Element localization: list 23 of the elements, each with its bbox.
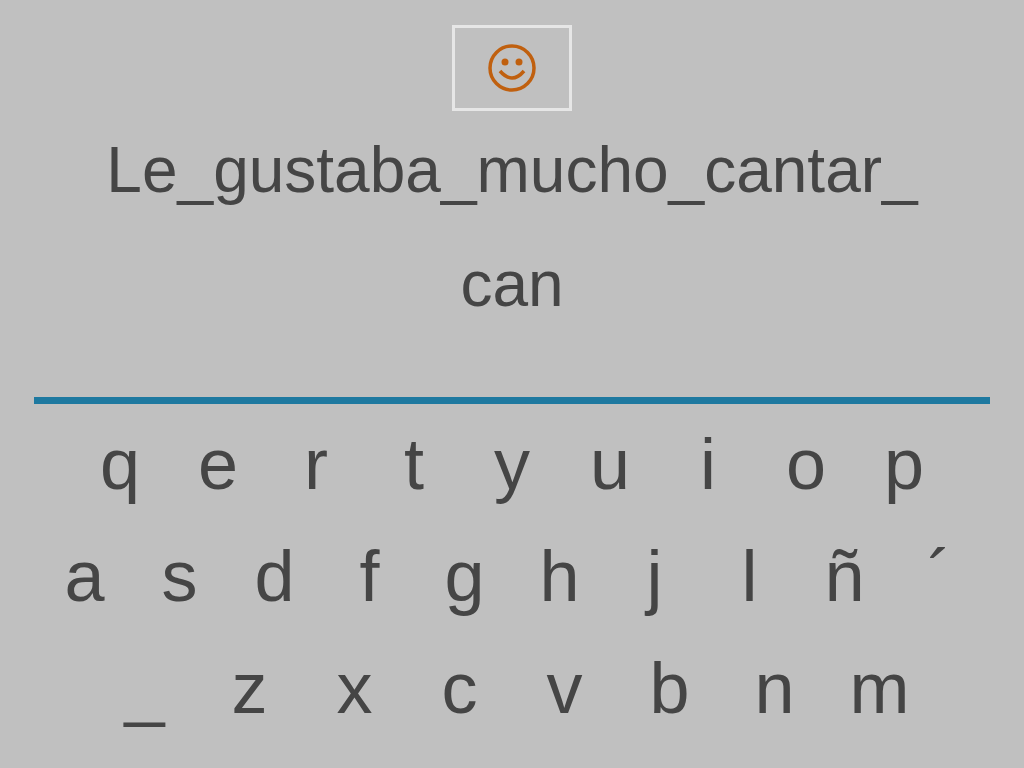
key-button[interactable]: z <box>197 652 302 724</box>
key-button[interactable]: u <box>561 428 659 500</box>
key-button[interactable]: ´ <box>892 540 987 612</box>
key-button[interactable]: f <box>322 540 417 612</box>
key-button[interactable]: m <box>827 652 932 724</box>
key-button[interactable]: a <box>37 540 132 612</box>
key-button[interactable]: h <box>512 540 607 612</box>
key-button[interactable]: b <box>617 652 722 724</box>
key-button[interactable]: c <box>407 652 512 724</box>
key-button[interactable]: t <box>365 428 463 500</box>
key-button[interactable]: ñ <box>797 540 892 612</box>
key-button[interactable]: o <box>757 428 855 500</box>
key-button[interactable]: v <box>512 652 617 724</box>
key-button[interactable]: x <box>302 652 407 724</box>
key-button[interactable]: i <box>659 428 757 500</box>
smiley-icon <box>487 43 537 93</box>
key-button[interactable]: d <box>227 540 322 612</box>
key-button[interactable]: s <box>132 540 227 612</box>
key-button[interactable]: n <box>722 652 827 724</box>
key-button[interactable]: r <box>267 428 365 500</box>
key-button[interactable]: l <box>702 540 797 612</box>
answer-text: can <box>460 252 564 316</box>
key-button[interactable]: e <box>169 428 267 500</box>
